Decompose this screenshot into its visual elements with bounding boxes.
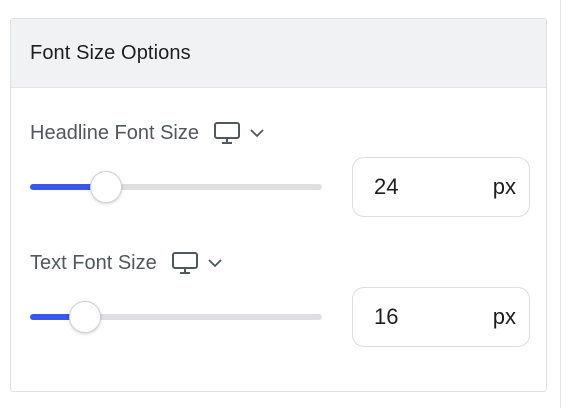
- chevron-down-icon: [208, 259, 222, 268]
- text-device-toggle[interactable]: [171, 251, 225, 275]
- headline-font-size-label-row: Headline Font Size: [30, 119, 267, 147]
- text-font-size-unit: px: [492, 304, 516, 329]
- text-font-size-input[interactable]: [374, 304, 474, 330]
- headline-font-size-input-box[interactable]: px: [352, 157, 530, 217]
- chevron-down-icon: [250, 129, 264, 138]
- headline-font-size-label: Headline Font Size: [30, 121, 199, 144]
- panel-title: Font Size Options: [30, 41, 191, 64]
- text-font-size-input-box[interactable]: px: [352, 287, 530, 347]
- text-font-size-label-row: Text Font Size: [30, 249, 225, 277]
- panel-header: Font Size Options: [11, 19, 546, 88]
- headline-font-size-slider[interactable]: [30, 171, 322, 203]
- headline-font-size-unit: px: [492, 174, 516, 199]
- font-size-options-panel: Font Size Options Headline Font Size p: [10, 18, 547, 392]
- desktop-icon: [213, 122, 240, 144]
- headline-font-size-input[interactable]: [374, 174, 474, 200]
- text-font-size-label: Text Font Size: [30, 251, 157, 274]
- desktop-icon: [171, 252, 198, 274]
- slider-thumb[interactable]: [89, 171, 122, 203]
- text-font-size-slider[interactable]: [30, 301, 322, 333]
- right-edge-divider: [560, 0, 561, 408]
- headline-device-toggle[interactable]: [213, 121, 267, 145]
- slider-thumb[interactable]: [69, 301, 102, 333]
